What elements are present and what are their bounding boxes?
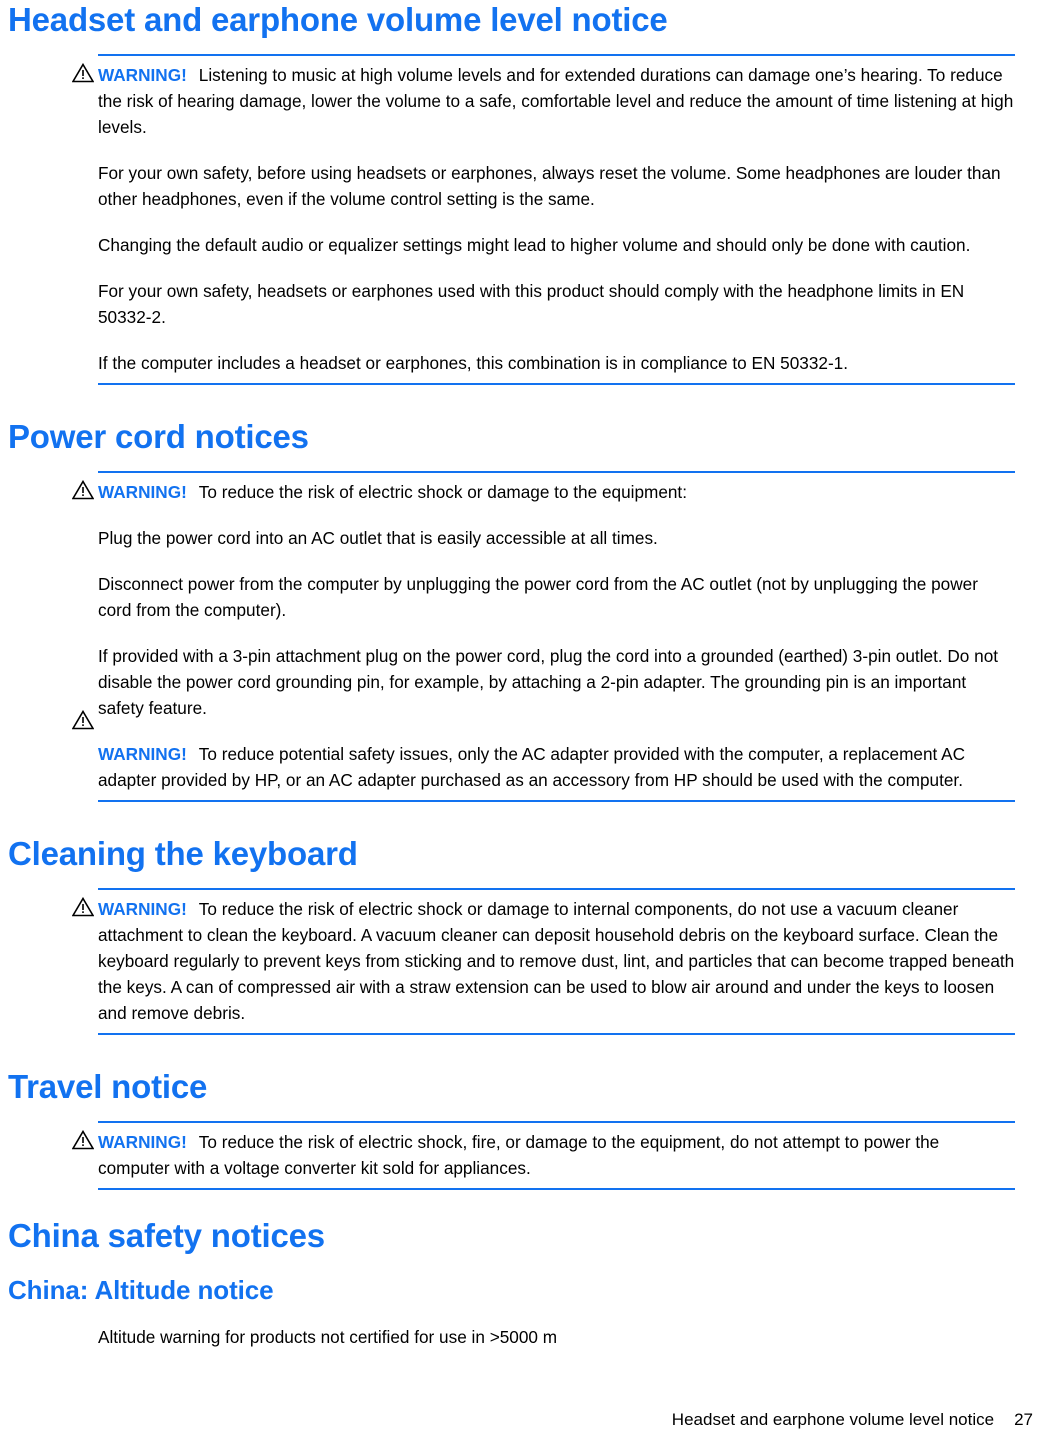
document-page: Headset and earphone volume level notice…: [0, 0, 1051, 1445]
footer-running-title: Headset and earphone volume level notice: [671, 1410, 995, 1429]
section-heading-travel-notice: Travel notice: [8, 1068, 208, 1105]
warning-label: WARNING!: [98, 65, 187, 85]
warning-paragraph: WARNING! To reduce the risk of electric s…: [98, 1129, 1015, 1181]
warning-text: To reduce the risk of electric shock or …: [198, 482, 687, 502]
warning-text: To reduce the risk of electric shock, fi…: [98, 1132, 940, 1178]
warning-group-travel-notice: WARNING! To reduce the risk of electric s…: [72, 1121, 1015, 1190]
body-paragraph: Disconnect power from the computer by un…: [98, 574, 978, 620]
warning-label: WARNING!: [98, 482, 187, 502]
body-paragraph: If provided with a 3-pin attachment plug…: [98, 646, 999, 718]
warning-text: Listening to music at high volume levels…: [98, 65, 1014, 137]
subsection-heading-china-altitude-notice: China: Altitude notice: [8, 1275, 274, 1305]
warning-triangle-icon: [72, 480, 94, 500]
body-paragraph: Plug the power cord into an AC outlet th…: [98, 528, 658, 548]
body-paragraph: For your own safety, before using headse…: [98, 163, 1001, 209]
warning-group-cleaning-the-keyboard: WARNING! To reduce the risk of electric s…: [72, 888, 1015, 1035]
body-paragraph: If the computer includes a headset or ea…: [98, 353, 848, 373]
warning-triangle-icon: [72, 897, 94, 917]
warning-paragraph: WARNING! To reduce the risk of electric s…: [98, 479, 1015, 505]
warning-triangle-icon: [72, 63, 94, 83]
warning-triangle-icon: [72, 1130, 94, 1150]
warning-group-power-cord-notices: WARNING! To reduce the risk of electric s…: [72, 471, 1015, 802]
section-heading-power-cord-notices: Power cord notices: [8, 418, 309, 455]
body-paragraph: For your own safety, headsets or earphon…: [98, 281, 965, 327]
warning-text: To reduce the risk of electric shock or …: [98, 899, 1015, 1023]
warning-label: WARNING!: [98, 1132, 187, 1152]
warning-paragraph: WARNING! To reduce the risk of electric s…: [98, 896, 1015, 1026]
section-heading-china-safety-notices: China safety notices: [8, 1217, 325, 1254]
section-heading-headset-earphone-volume: Headset and earphone volume level notice: [8, 1, 668, 38]
footer-page-number: 27: [1014, 1410, 1033, 1429]
warning-triangle-icon: [72, 710, 94, 730]
warning-label: WARNING!: [98, 899, 187, 919]
warning-paragraph: WARNING! Listening to music at high volum…: [98, 62, 1015, 140]
warning-paragraph: WARNING! To reduce potential safety issue…: [98, 741, 1015, 793]
warning-text: To reduce potential safety issues, only …: [98, 744, 966, 790]
warning-label: WARNING!: [98, 744, 187, 764]
section-heading-cleaning-the-keyboard: Cleaning the keyboard: [8, 835, 358, 872]
body-paragraph: Changing the default audio or equalizer …: [98, 235, 971, 255]
page-footer: Headset and earphone volume level notice…: [0, 1409, 1033, 1431]
china-altitude-body: Altitude warning for products not certif…: [98, 1324, 1015, 1350]
warning-group-headset-earphone-volume: WARNING! Listening to music at high volum…: [72, 54, 1015, 385]
body-paragraph: Altitude warning for products not certif…: [98, 1327, 558, 1347]
